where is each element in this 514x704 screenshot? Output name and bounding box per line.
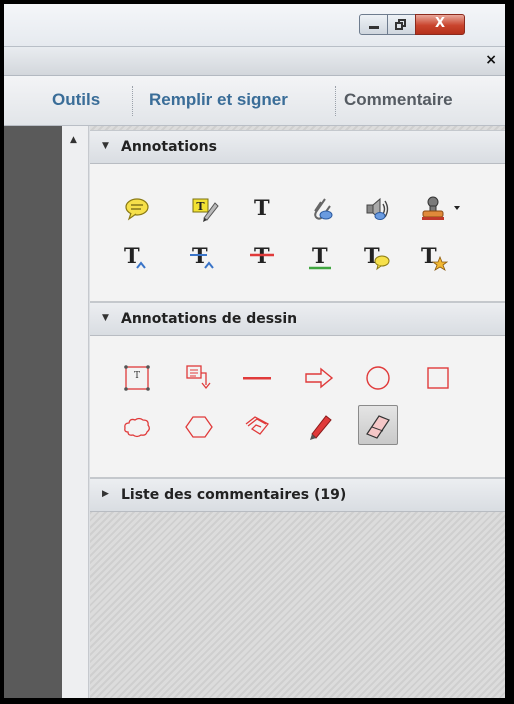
connected-lines-icon[interactable] xyxy=(242,412,272,442)
task-pane-tabs: Outils Remplir et signer Commentaire xyxy=(4,76,509,126)
section-header-comment-list[interactable]: ▶ Liste des commentaires (19) xyxy=(90,478,509,512)
maximize-button[interactable] xyxy=(387,14,416,35)
window-close-button[interactable]: X xyxy=(415,14,465,35)
eraser-icon xyxy=(363,410,393,440)
svg-text:T: T xyxy=(196,200,205,213)
section-title: Annotations de dessin xyxy=(121,311,298,327)
tab-separator xyxy=(132,86,134,116)
comment-panel: ▼ Annotations T T T T T T T T ▼ Annotati… xyxy=(90,126,509,698)
panel-close-button[interactable]: × xyxy=(485,52,497,68)
vertical-scrollbar[interactable]: ▲ xyxy=(62,126,89,698)
svg-text:T: T xyxy=(134,371,140,381)
expand-arrow-icon: ▶ xyxy=(102,489,109,499)
tab-outils[interactable]: Outils xyxy=(52,90,100,110)
close-icon: X xyxy=(434,16,446,31)
collapse-arrow-icon: ▼ xyxy=(102,141,109,151)
stamp-icon[interactable] xyxy=(419,194,465,224)
oval-icon[interactable] xyxy=(363,363,393,393)
section-header-annotations[interactable]: ▼ Annotations xyxy=(90,130,509,164)
underline-icon[interactable]: T xyxy=(306,242,336,272)
panel-header-bar: × xyxy=(4,46,509,76)
acrobat-window: X × Outils Remplir et signer Commentaire… xyxy=(4,4,509,698)
text-comment-icon[interactable]: T xyxy=(362,242,392,272)
drawing-tools: T xyxy=(90,336,509,478)
highlight-text-icon[interactable]: T xyxy=(190,194,220,224)
section-title: Liste des commentaires (19) xyxy=(121,487,347,503)
eraser-tool-selected[interactable] xyxy=(358,405,398,445)
cloud-icon[interactable] xyxy=(122,412,152,442)
section-header-drawing[interactable]: ▼ Annotations de dessin xyxy=(90,302,509,336)
arrow-icon[interactable] xyxy=(304,363,334,393)
polygon-icon[interactable] xyxy=(184,412,214,442)
section-title: Annotations xyxy=(121,139,217,155)
minimize-button[interactable] xyxy=(359,14,388,35)
document-area xyxy=(4,126,62,698)
line-icon[interactable] xyxy=(242,363,272,393)
title-bar: X xyxy=(4,4,509,46)
tab-separator xyxy=(335,86,337,116)
collapse-arrow-icon: ▼ xyxy=(102,313,109,323)
minimize-icon xyxy=(369,26,379,29)
tab-remplir-et-signer[interactable]: Remplir et signer xyxy=(149,90,288,110)
insert-text-icon[interactable]: T xyxy=(122,242,152,272)
tab-commentaire[interactable]: Commentaire xyxy=(344,90,453,110)
scroll-up-arrow-icon[interactable]: ▲ xyxy=(70,135,77,145)
callout-icon[interactable] xyxy=(184,363,214,393)
strikethrough-icon[interactable]: T xyxy=(248,242,278,272)
sticky-note-icon[interactable] xyxy=(122,194,152,224)
replace-text-icon[interactable]: T xyxy=(190,242,220,272)
text-favorite-icon[interactable]: T xyxy=(419,242,449,272)
add-text-icon[interactable]: T xyxy=(248,194,278,224)
text-box-icon[interactable]: T xyxy=(122,363,152,393)
record-audio-icon[interactable] xyxy=(362,194,392,224)
rectangle-icon[interactable] xyxy=(423,363,453,393)
annotations-tools: T T T T T T T T xyxy=(90,164,509,302)
pencil-icon[interactable] xyxy=(304,412,334,442)
attach-file-icon[interactable] xyxy=(306,194,336,224)
